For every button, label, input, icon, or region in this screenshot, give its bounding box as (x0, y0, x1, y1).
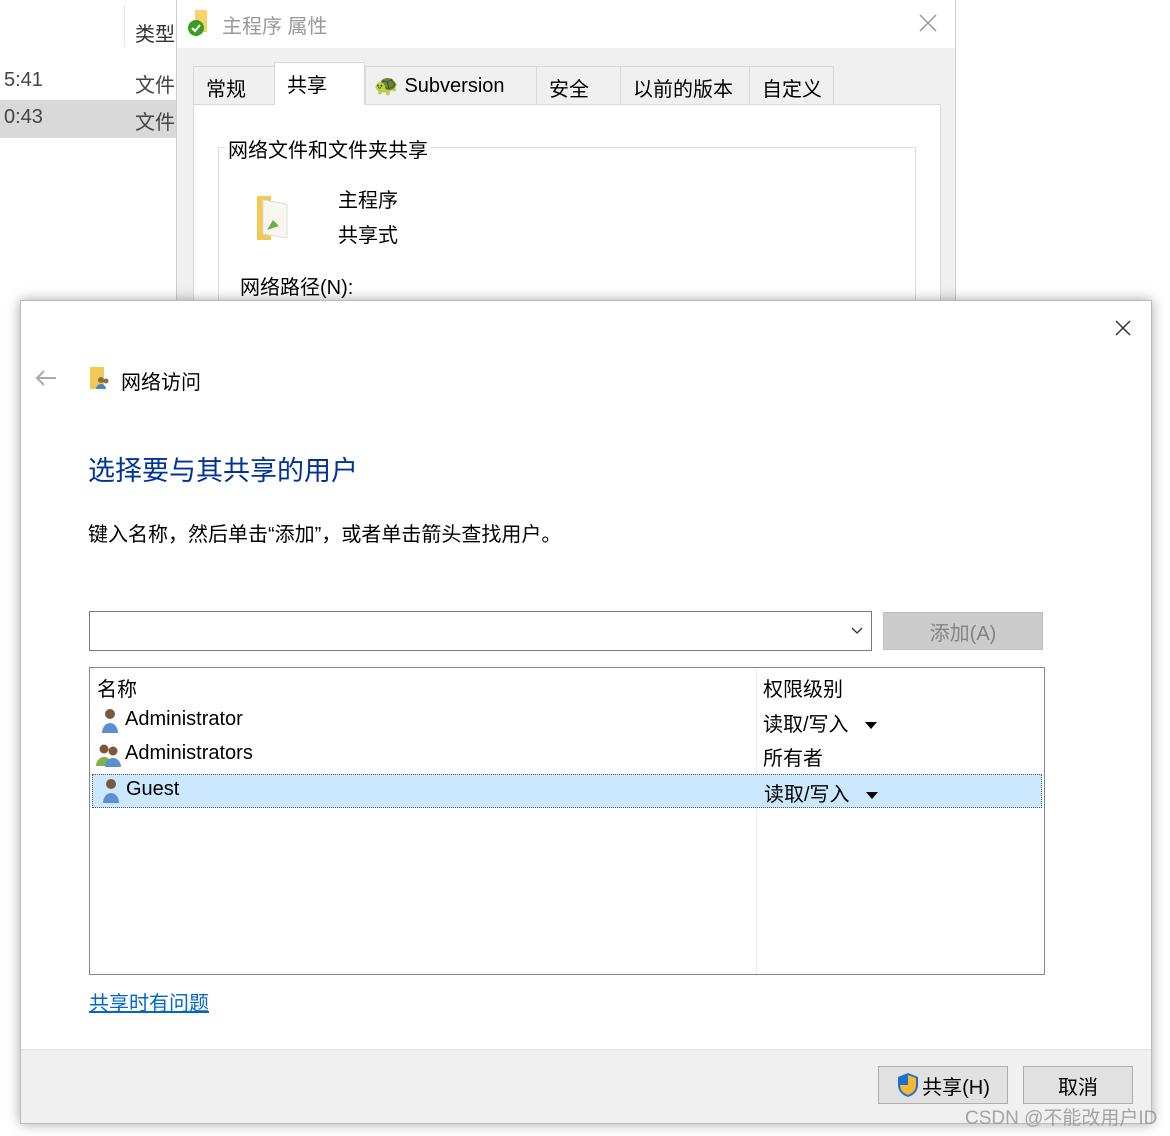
permission-value: 读取/写入 (764, 784, 850, 806)
permission-dropdown[interactable]: 读取/写入 (764, 778, 878, 807)
watermark: CSDN @不能改用户ID (965, 1108, 1158, 1129)
group-icon (96, 744, 121, 767)
file-time: 0:43 (4, 106, 43, 128)
add-button[interactable]: 添加(A) (883, 612, 1043, 650)
folder-name: 主程序 (338, 190, 398, 212)
tab-security[interactable]: 安全 (536, 66, 621, 104)
uac-shield-icon (898, 1073, 919, 1097)
network-path-label: 网络路径(N): (240, 277, 354, 299)
properties-dialog: 主程序 属性 常规 共享 🐢 Subversion 安全 以前的版本 自定义 网… (176, 0, 956, 307)
page-heading: 选择要与其共享的用户 (88, 456, 358, 486)
permission-value: 读取/写入 (763, 714, 849, 736)
permission-value: 所有者 (763, 748, 823, 770)
user-name: Guest (126, 778, 180, 800)
breadcrumb: 网络访问 (121, 372, 201, 394)
shared-folder-icon (188, 10, 207, 36)
network-folder-icon (90, 367, 109, 389)
share-button[interactable]: 共享(H) (878, 1066, 1008, 1104)
user-row[interactable]: Administrator 读取/写入 (90, 703, 1044, 737)
file-type: 文件 (135, 75, 175, 97)
sharing-help-link[interactable]: 共享时有问题 (89, 987, 209, 1016)
tab-label: Subversion (404, 75, 505, 97)
user-row[interactable]: Administrators 所有者 (90, 737, 1044, 771)
tab-customize[interactable]: 自定义 (749, 66, 834, 104)
back-arrow-icon[interactable] (34, 369, 58, 387)
user-icon (102, 709, 118, 733)
cancel-button[interactable]: 取消 (1023, 1066, 1133, 1104)
tab-general[interactable]: 常规 (193, 66, 275, 104)
tab-subversion[interactable]: 🐢 Subversion (365, 66, 537, 104)
group-label: 网络文件和文件夹共享 (225, 134, 431, 163)
user-name: Administrator (125, 708, 243, 730)
user-name-combobox[interactable] (89, 611, 872, 651)
folder-icon (257, 196, 288, 240)
tab-previous-versions[interactable]: 以前的版本 (620, 66, 750, 104)
dialog-title: 主程序 属性 (222, 16, 328, 38)
column-header-name[interactable]: 名称 (97, 673, 137, 702)
caret-down-icon[interactable] (865, 792, 878, 800)
subversion-turtle-icon: 🐢 (374, 75, 399, 97)
instruction-text: 键入名称，然后单击“添加”，或者单击箭头查找用户。 (88, 524, 562, 546)
caret-down-icon[interactable] (864, 722, 877, 730)
user-icon (103, 779, 119, 803)
list-header: 名称 权限级别 (90, 668, 1044, 702)
column-divider (124, 5, 125, 47)
close-icon[interactable] (1115, 320, 1131, 336)
share-button-label: 共享(H) (922, 1076, 990, 1099)
close-icon[interactable] (919, 14, 937, 32)
tab-sharing[interactable]: 共享 (274, 62, 365, 105)
user-row-selected[interactable]: Guest 读取/写入 (92, 774, 1042, 808)
user-list: 名称 权限级别 Administrator 读取/写入 Administrato… (89, 667, 1045, 975)
column-header-type[interactable]: 类型 (135, 18, 175, 47)
permission-dropdown[interactable]: 读取/写入 (763, 708, 877, 737)
title-bar: 主程序 属性 (177, 0, 955, 48)
column-header-permission[interactable]: 权限级别 (763, 673, 843, 702)
share-state: 共享式 (338, 225, 398, 247)
user-name: Administrators (125, 742, 253, 764)
network-access-dialog: 网络访问 选择要与其共享的用户 键入名称，然后单击“添加”，或者单击箭头查找用户… (20, 300, 1152, 1124)
file-time: 5:41 (4, 69, 43, 91)
chevron-down-icon[interactable] (851, 627, 863, 635)
file-row[interactable]: 5:41 文件 (0, 63, 176, 101)
file-row-selected[interactable]: 0:43 文件 (0, 100, 176, 138)
file-type: 文件 (135, 112, 175, 134)
